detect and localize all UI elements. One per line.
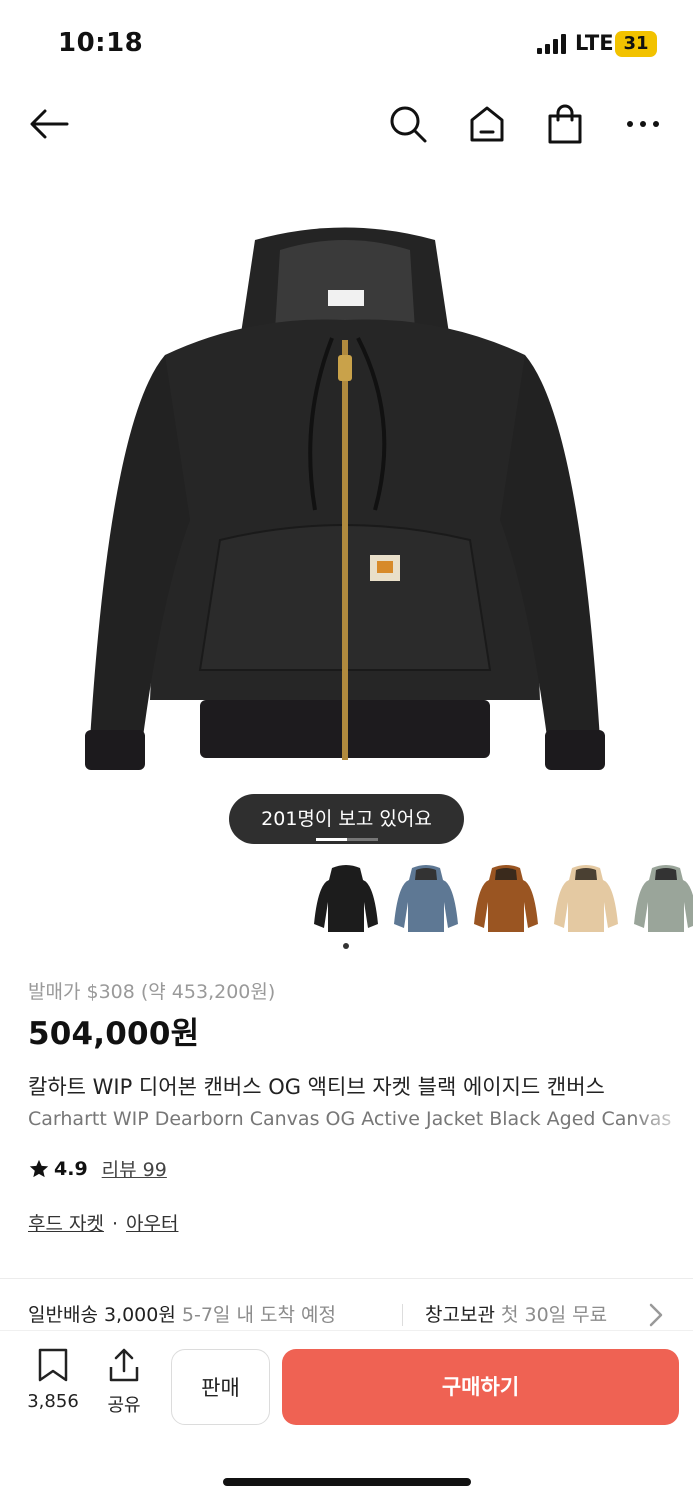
product-title-ko: 칼하트 WIP 디어본 캔버스 OG 액티브 자켓 블랙 에이지드 캔버스	[28, 1075, 605, 1099]
rating-row: 4.9 리뷰 99	[28, 1155, 167, 1182]
shopping-bag-icon[interactable]	[541, 100, 589, 148]
bookmark-icon	[38, 1348, 68, 1382]
share-button[interactable]: 공유	[102, 1347, 146, 1417]
more-icon[interactable]	[619, 100, 667, 148]
home-indicator	[223, 1478, 471, 1486]
chevron-right-icon	[649, 1303, 663, 1327]
status-time: 10:18	[58, 28, 144, 58]
shipping-eta: 5-7일 내 도착 예정	[181, 1304, 336, 1326]
product-image[interactable]	[0, 160, 693, 850]
category-separator: ·	[111, 1213, 119, 1235]
thumbnail-blue[interactable]	[390, 862, 462, 938]
bookmark-button[interactable]: 3,856	[24, 1347, 82, 1412]
network-type: LTE	[575, 31, 614, 55]
release-price: 발매가 $308 (약 453,200원)	[28, 981, 276, 1003]
shipping-divider	[402, 1304, 403, 1326]
thumbnail-brown[interactable]	[470, 862, 542, 938]
thumbnail-black[interactable]	[310, 862, 382, 938]
warehouse-note: 첫 30일 무료	[500, 1304, 608, 1326]
image-carousel-progress	[316, 838, 378, 841]
jacket-illustration	[85, 227, 605, 770]
star-icon	[29, 1159, 49, 1177]
share-label: 공유	[107, 1395, 141, 1416]
warehouse-label: 창고보관	[425, 1304, 495, 1326]
battery-indicator: 31	[615, 31, 657, 57]
warehouse-info: 창고보관 첫 30일 무료	[425, 1300, 607, 1327]
sell-button[interactable]: 판매	[171, 1349, 270, 1425]
status-bar: 10:18 LTE 31	[0, 0, 693, 88]
search-icon[interactable]	[384, 100, 432, 148]
category-hood-jacket[interactable]: 후드 자켓	[28, 1213, 104, 1235]
top-nav	[0, 92, 693, 156]
shipping-normal-label: 일반배송 3,000원	[28, 1304, 176, 1326]
thumbnail-selected-dot	[343, 943, 349, 949]
home-icon[interactable]	[463, 100, 511, 148]
current-price: 504,000원	[28, 1016, 200, 1052]
category-outer[interactable]: 아우터	[126, 1213, 178, 1235]
bookmark-count: 3,856	[27, 1391, 79, 1412]
product-title-en: Carhartt WIP Dearborn Canvas OG Active J…	[28, 1108, 672, 1130]
bottom-action-bar: 3,856 공유 판매 구매하기	[0, 1330, 693, 1500]
thumbnail-sage[interactable]	[630, 862, 693, 938]
thumbnail-beige[interactable]	[550, 862, 622, 938]
share-icon	[109, 1348, 139, 1382]
signal-icon	[537, 34, 566, 54]
shipping-row[interactable]: 일반배송 3,000원 5-7일 내 도착 예정 창고보관 첫 30일 무료	[28, 1300, 693, 1327]
reviews-link[interactable]: 리뷰 99	[102, 1155, 167, 1182]
buy-button[interactable]: 구매하기	[282, 1349, 679, 1425]
progress-fill	[316, 838, 347, 841]
rating-score: 4.9	[54, 1157, 88, 1180]
title-fade	[633, 1068, 693, 1138]
back-arrow-icon[interactable]	[25, 100, 73, 148]
section-divider	[0, 1278, 693, 1279]
color-thumbnails	[310, 862, 693, 942]
category-links: 후드 자켓 · 아우터	[28, 1209, 178, 1236]
viewers-badge: 201명이 보고 있어요	[229, 794, 464, 844]
